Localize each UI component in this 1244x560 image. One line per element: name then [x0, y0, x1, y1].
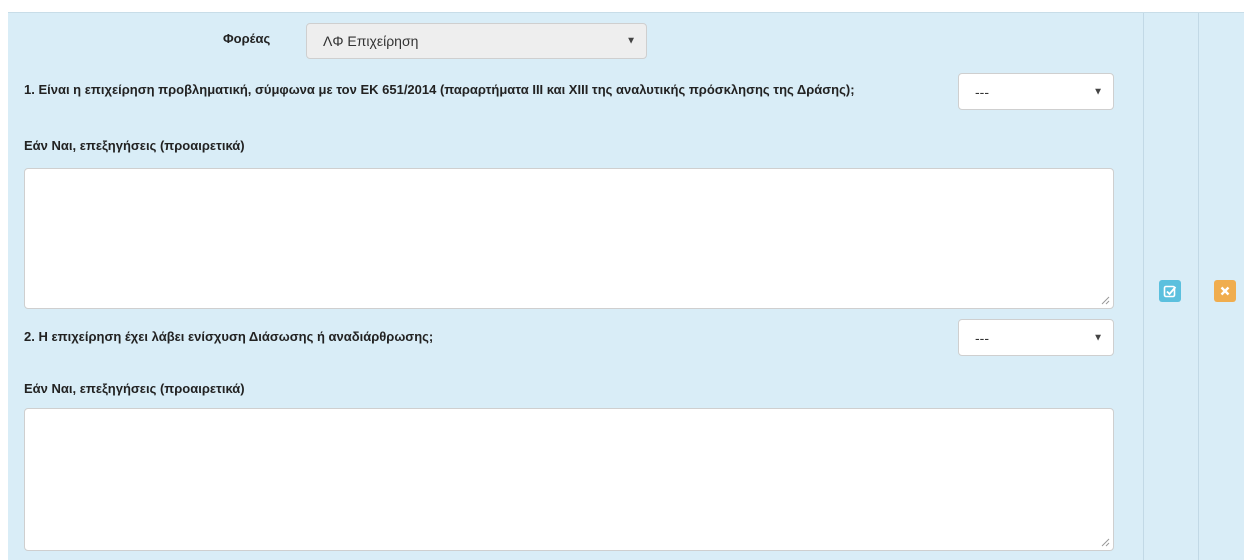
question-1-select-value: --- — [975, 83, 989, 100]
question-2-label: 2. Η επιχείρηση έχει λάβει ενίσχυση Διάσ… — [24, 329, 434, 344]
question-1-explain-label: Εάν Ναι, επεξηγήσεις (προαιρετικά) — [24, 138, 245, 153]
question-2-explain-textarea[interactable] — [24, 408, 1114, 551]
delete-button[interactable] — [1214, 280, 1236, 302]
chevron-down-icon: ▼ — [1093, 86, 1103, 97]
question-2-select[interactable]: --- ▼ — [958, 319, 1114, 356]
column-divider — [1198, 13, 1199, 560]
column-divider — [1143, 13, 1144, 560]
question-2-select-value: --- — [975, 329, 989, 346]
question-1-select[interactable]: --- ▼ — [958, 73, 1114, 110]
resize-grip-icon[interactable] — [1101, 296, 1110, 305]
chevron-down-icon: ▼ — [626, 35, 636, 47]
carrier-label: Φορέας — [223, 31, 271, 46]
form-row: Φορέας ΛΦ Επιχείρηση ▼ 1. Είναι η επιχεί… — [8, 12, 1244, 560]
question-1-explain-textarea[interactable] — [24, 168, 1114, 309]
carrier-select: ΛΦ Επιχείρηση ▼ — [306, 23, 647, 59]
resize-grip-icon[interactable] — [1101, 538, 1110, 547]
question-1-label: 1. Είναι η επιχείρηση προβληματική, σύμφ… — [24, 82, 855, 97]
chevron-down-icon: ▼ — [1093, 332, 1103, 343]
carrier-select-value: ΛΦ Επιχείρηση — [323, 33, 419, 49]
close-icon — [1220, 286, 1230, 296]
edit-checkbox-icon — [1163, 285, 1177, 298]
question-2-explain-label: Εάν Ναι, επεξηγήσεις (προαιρετικά) — [24, 381, 245, 396]
edit-button[interactable] — [1159, 280, 1181, 302]
